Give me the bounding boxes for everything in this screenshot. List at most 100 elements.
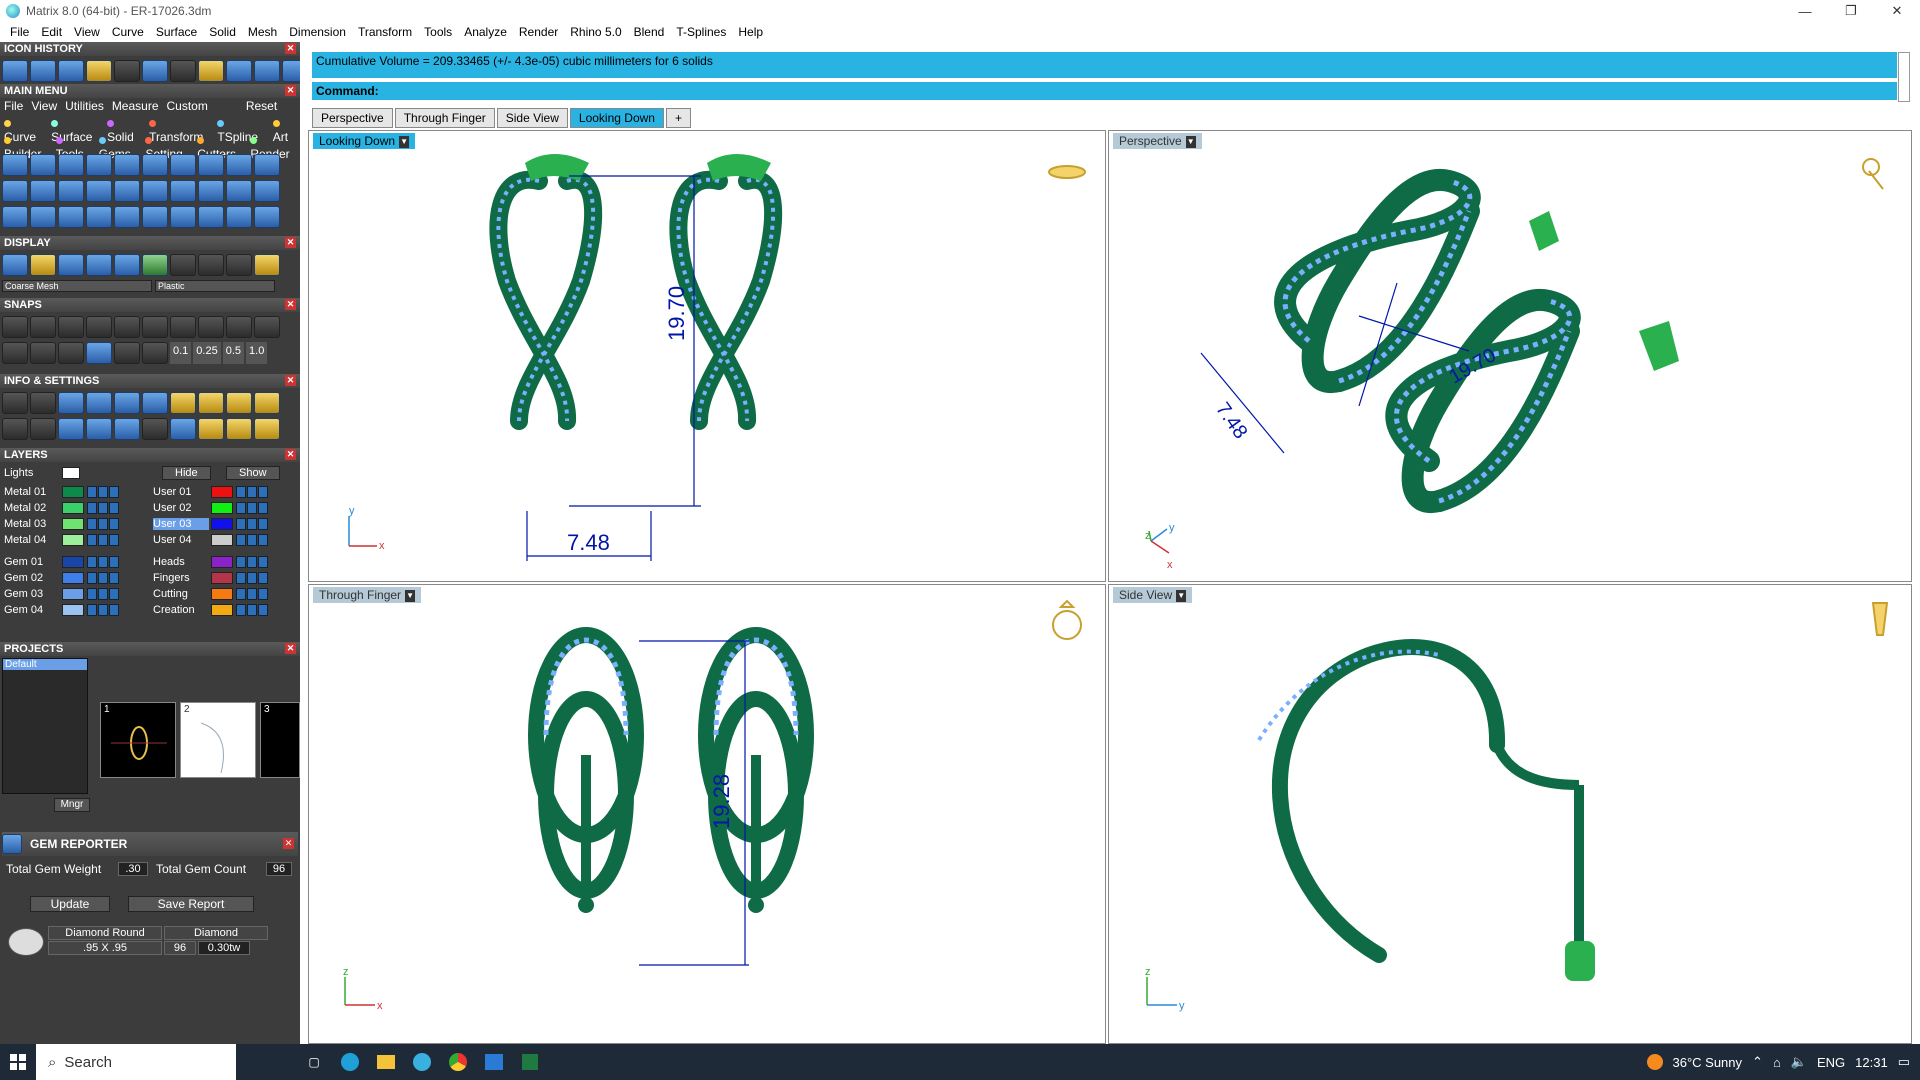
restore-button[interactable]: ❐ bbox=[1828, 0, 1874, 22]
info-icon[interactable] bbox=[86, 392, 112, 414]
mm-file[interactable]: File bbox=[0, 99, 27, 113]
close-button[interactable]: ✕ bbox=[1874, 0, 1920, 22]
matrix-app-icon[interactable] bbox=[404, 1044, 440, 1080]
clock[interactable]: 12:31 bbox=[1855, 1055, 1888, 1070]
tool-icon[interactable] bbox=[58, 154, 84, 176]
photos-icon[interactable] bbox=[476, 1044, 512, 1080]
info-icon[interactable] bbox=[198, 392, 224, 414]
command-scrollbar[interactable] bbox=[1898, 52, 1910, 102]
snap-icon[interactable] bbox=[30, 316, 56, 338]
menu-view[interactable]: View bbox=[68, 25, 106, 39]
add-tab-button[interactable]: + bbox=[665, 108, 691, 128]
material-icon[interactable] bbox=[226, 254, 252, 276]
snap-icon[interactable] bbox=[86, 342, 112, 364]
project-list[interactable]: Default bbox=[2, 658, 88, 794]
info-icon[interactable] bbox=[142, 392, 168, 414]
history-tool-icon[interactable] bbox=[58, 60, 84, 82]
layer-row[interactable]: User 01 bbox=[153, 485, 268, 499]
snap-1-0[interactable]: 1.0 bbox=[246, 342, 268, 364]
tool-icon[interactable] bbox=[114, 180, 140, 202]
tool-icon[interactable] bbox=[30, 206, 56, 228]
tool-icon[interactable] bbox=[142, 206, 168, 228]
history-tool-icon[interactable] bbox=[170, 60, 196, 82]
file-explorer-icon[interactable] bbox=[368, 1044, 404, 1080]
info-icon[interactable] bbox=[30, 418, 56, 440]
volume-icon[interactable]: 🔈 bbox=[1791, 1054, 1807, 1070]
mesh-select[interactable]: Coarse Mesh bbox=[2, 280, 152, 292]
snap-icon[interactable] bbox=[2, 342, 28, 364]
viewport-through-finger[interactable]: Through Finger ▼ 19.28 z x bbox=[308, 584, 1106, 1044]
snap-icon[interactable] bbox=[254, 316, 280, 338]
shaded-icon[interactable] bbox=[30, 254, 56, 276]
menu-blend[interactable]: Blend bbox=[628, 25, 671, 39]
material-icon[interactable] bbox=[198, 254, 224, 276]
layer-row[interactable]: Gem 01 bbox=[4, 555, 119, 569]
tool-icon[interactable] bbox=[198, 206, 224, 228]
snap-icon[interactable] bbox=[58, 316, 84, 338]
language-indicator[interactable]: ENG bbox=[1817, 1055, 1845, 1070]
layer-row[interactable]: Gem 04 bbox=[4, 603, 119, 617]
layer-row[interactable]: Metal 03 bbox=[4, 517, 119, 531]
update-button[interactable]: Update bbox=[30, 896, 110, 912]
snap-icon[interactable] bbox=[2, 316, 28, 338]
menu-solid[interactable]: Solid bbox=[203, 25, 242, 39]
info-icon[interactable] bbox=[170, 418, 196, 440]
tool-icon[interactable] bbox=[2, 154, 28, 176]
mm-measure[interactable]: Measure bbox=[108, 99, 163, 113]
weather-text[interactable]: 36°C Sunny bbox=[1673, 1055, 1743, 1070]
search-icon[interactable] bbox=[30, 392, 56, 414]
tool-icon[interactable] bbox=[142, 154, 168, 176]
mm-utilities[interactable]: Utilities bbox=[61, 99, 108, 113]
mm-reset[interactable]: Reset bbox=[242, 99, 281, 113]
snap-icon[interactable] bbox=[114, 342, 140, 364]
tab-looking-down[interactable]: Looking Down bbox=[569, 108, 664, 128]
layer-row[interactable]: Heads bbox=[153, 555, 268, 569]
snap-icon[interactable] bbox=[30, 342, 56, 364]
menu-render[interactable]: Render bbox=[513, 25, 564, 39]
tab-through-finger[interactable]: Through Finger bbox=[394, 108, 495, 128]
show-button[interactable]: Show bbox=[226, 466, 280, 480]
command-input[interactable]: Command: bbox=[312, 82, 1897, 100]
tool-icon[interactable] bbox=[198, 154, 224, 176]
tool-icon[interactable] bbox=[254, 180, 280, 202]
snap-icon[interactable] bbox=[114, 316, 140, 338]
chevron-up-icon[interactable]: ⌃ bbox=[1752, 1054, 1763, 1070]
tool-icon[interactable] bbox=[114, 154, 140, 176]
excel-icon[interactable] bbox=[512, 1044, 548, 1080]
close-icon[interactable]: ✕ bbox=[285, 43, 296, 54]
info-icon[interactable] bbox=[58, 418, 84, 440]
snap-0-1[interactable]: 0.1 bbox=[170, 342, 192, 364]
layer-row[interactable]: User 02 bbox=[153, 501, 268, 515]
snap-icon[interactable] bbox=[142, 342, 168, 364]
history-tool-icon[interactable] bbox=[30, 60, 56, 82]
close-icon[interactable]: ✕ bbox=[285, 375, 296, 386]
snap-icon[interactable] bbox=[198, 316, 224, 338]
layer-row[interactable]: Fingers bbox=[153, 571, 268, 585]
network-icon[interactable]: ⌂ bbox=[1773, 1055, 1781, 1070]
tool-icon[interactable] bbox=[2, 180, 28, 202]
tool-icon[interactable] bbox=[170, 206, 196, 228]
settings-icon[interactable] bbox=[2, 392, 28, 414]
snap-0-5[interactable]: 0.5 bbox=[222, 342, 245, 364]
tool-icon[interactable] bbox=[30, 154, 56, 176]
tool-icon[interactable] bbox=[198, 180, 224, 202]
task-view-icon[interactable]: ▢ bbox=[296, 1044, 332, 1080]
render-icon[interactable] bbox=[58, 254, 84, 276]
tab-perspective[interactable]: Perspective bbox=[312, 108, 393, 128]
windows-start-icon[interactable] bbox=[0, 1044, 36, 1080]
info-icon[interactable] bbox=[2, 418, 28, 440]
mm-view[interactable]: View bbox=[27, 99, 61, 113]
project-thumbnail[interactable]: 1 bbox=[100, 702, 176, 778]
save-report-button[interactable]: Save Report bbox=[128, 896, 254, 912]
menu-help[interactable]: Help bbox=[732, 25, 769, 39]
tool-icon[interactable] bbox=[170, 180, 196, 202]
history-tool-icon[interactable] bbox=[114, 60, 140, 82]
menu-file[interactable]: File bbox=[4, 25, 35, 39]
tool-icon[interactable] bbox=[142, 180, 168, 202]
edge-icon[interactable] bbox=[332, 1044, 368, 1080]
mm-custom[interactable]: Custom bbox=[163, 99, 212, 113]
info-icon[interactable] bbox=[254, 392, 280, 414]
layer-row[interactable]: User 04 bbox=[153, 533, 268, 547]
menu-analyze[interactable]: Analyze bbox=[458, 25, 513, 39]
viewport-side-view[interactable]: Side View ▼ z y bbox=[1108, 584, 1912, 1044]
